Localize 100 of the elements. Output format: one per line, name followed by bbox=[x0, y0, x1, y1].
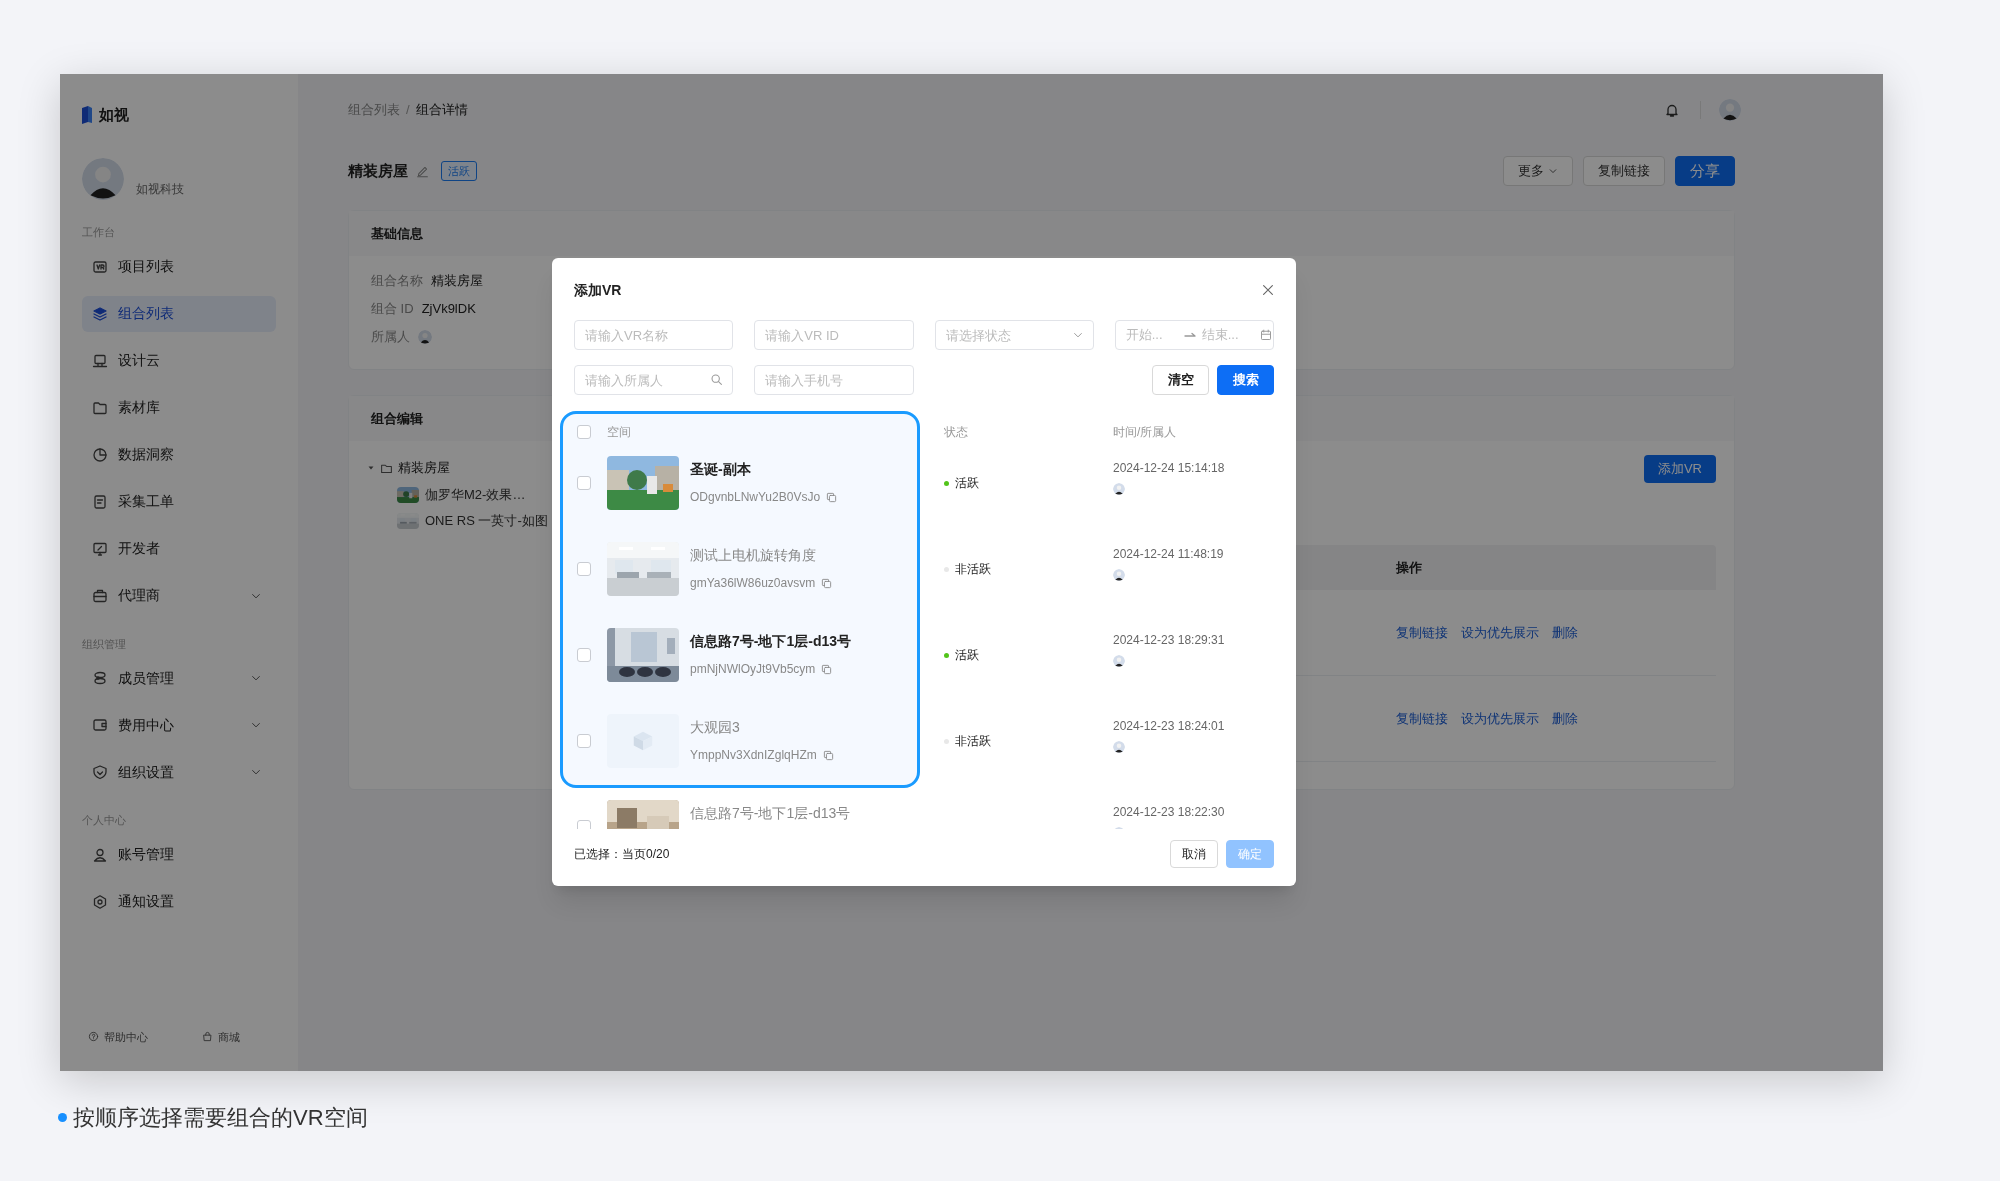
input-field[interactable]: 请输入VR ID bbox=[754, 320, 914, 350]
caret-icon bbox=[1548, 166, 1558, 176]
input-field[interactable]: 请输入VR名称 bbox=[574, 320, 734, 350]
table-link[interactable]: 复制链接 bbox=[1396, 622, 1448, 643]
copy-button[interactable] bbox=[822, 749, 834, 761]
sidebar-item[interactable]: 费用中心 bbox=[82, 707, 276, 743]
tree-node[interactable]: 精装房屋 bbox=[367, 457, 589, 479]
date-input[interactable]: 结束... bbox=[1201, 325, 1254, 345]
sidebar-item[interactable]: 采集工单 bbox=[82, 483, 276, 520]
briefcase-icon bbox=[92, 587, 108, 604]
help-icon bbox=[88, 1031, 99, 1043]
sidebar-item[interactable]: 素材库 bbox=[82, 389, 276, 426]
sidebar-item[interactable]: 组织设置 bbox=[82, 754, 276, 790]
timestamp: 2024-12-24 11:48:19 bbox=[1113, 546, 1225, 563]
field-label: 所属人 bbox=[371, 328, 410, 347]
checkbox[interactable] bbox=[577, 648, 591, 662]
sidebar-item[interactable]: 项目列表 bbox=[82, 248, 276, 285]
sidebar-item[interactable]: 通知设置 bbox=[82, 883, 276, 920]
avatar-icon bbox=[1113, 741, 1125, 753]
vr-id: YmppNv3XdnIZglqHZm bbox=[690, 747, 817, 764]
table-link[interactable]: 删除 bbox=[1552, 708, 1578, 729]
copy-button[interactable] bbox=[826, 491, 838, 503]
logo-icon bbox=[80, 105, 94, 125]
sidebar-item[interactable]: 设计云 bbox=[82, 342, 276, 379]
layers-icon bbox=[92, 305, 108, 322]
add-vr-button[interactable]: 添加VR bbox=[1643, 455, 1716, 483]
copy-button[interactable] bbox=[821, 663, 833, 675]
dialog-title: 添加VR bbox=[574, 280, 622, 300]
table-link[interactable]: 设为优先展示 bbox=[1461, 622, 1539, 643]
date-input[interactable]: 开始... bbox=[1125, 325, 1178, 345]
field-value: ZjVk9lDK bbox=[421, 300, 476, 319]
column-header: 操作 bbox=[1396, 558, 1422, 577]
checkbox[interactable] bbox=[577, 476, 591, 490]
calendar-icon bbox=[1259, 329, 1272, 341]
avatar-icon bbox=[1113, 569, 1125, 581]
breadcrumb-link[interactable]: 组合详情 bbox=[415, 100, 468, 120]
sidebar-item[interactable]: 组合列表 bbox=[82, 295, 276, 332]
sidebar-item[interactable]: 成员管理 bbox=[82, 660, 276, 696]
copy-icon bbox=[826, 491, 838, 503]
timestamp: 2024-12-23 18:29:31 bbox=[1113, 632, 1226, 649]
tree-node[interactable]: 伽罗华M2-效果… bbox=[367, 485, 589, 505]
page-button[interactable]: 更多 bbox=[1503, 156, 1573, 186]
breadcrumb-separator: / bbox=[406, 101, 410, 120]
avatar-icon bbox=[418, 330, 432, 344]
vr-id: pmNjNWlOyJt9Vb5cym bbox=[690, 661, 816, 678]
avatar-icon bbox=[82, 158, 124, 200]
vr-box-icon bbox=[92, 258, 108, 275]
footer-link[interactable]: 商城 bbox=[202, 1028, 240, 1045]
field-value: 精装房屋 bbox=[431, 272, 483, 291]
checkbox[interactable] bbox=[577, 562, 591, 576]
page-title: 精装房屋 bbox=[348, 160, 408, 181]
field-label: 组合 ID bbox=[371, 300, 414, 319]
close-icon bbox=[1261, 283, 1275, 297]
column-header: 空间 bbox=[607, 424, 631, 441]
input-field[interactable]: 请输入手机号 bbox=[754, 365, 914, 395]
status-tag: 活跃 bbox=[441, 160, 477, 182]
settings-icon bbox=[92, 893, 108, 910]
monitor-icon bbox=[92, 540, 108, 557]
vr-id: gmYa36lW86uz0avsvm bbox=[690, 575, 816, 592]
dialog-button[interactable]: 清空 bbox=[1152, 365, 1209, 395]
checkbox[interactable] bbox=[577, 425, 591, 439]
column-header: 时间/所属人 bbox=[1113, 424, 1177, 441]
vr-id: ODgvnbLNwYu2B0VsJo bbox=[690, 489, 821, 506]
table-link[interactable]: 设为优先展示 bbox=[1461, 708, 1539, 729]
column-header: 状态 bbox=[944, 424, 968, 441]
tree-node[interactable]: ONE RS 一英寸-如图 bbox=[367, 511, 589, 531]
avatar-icon bbox=[1113, 655, 1125, 667]
copy-button[interactable] bbox=[821, 577, 833, 589]
status-text: 活跃 bbox=[955, 647, 979, 664]
status-text: 非活跃 bbox=[955, 733, 991, 750]
card-title: 基础信息 bbox=[349, 211, 1734, 256]
dialog-button[interactable]: 取消 bbox=[1170, 840, 1218, 868]
field-label: 组合名称 bbox=[371, 272, 423, 291]
date-range-field[interactable]: 开始... 结束... bbox=[1114, 320, 1274, 350]
sidebar-item[interactable]: 账号管理 bbox=[82, 836, 276, 873]
sidebar-item[interactable]: 代理商 bbox=[82, 577, 276, 614]
table-link[interactable]: 复制链接 bbox=[1396, 708, 1448, 729]
status-text: 非活跃 bbox=[955, 561, 991, 578]
vr-name: 圣诞-副本 bbox=[690, 460, 752, 479]
dialog-button[interactable]: 搜索 bbox=[1217, 365, 1274, 395]
page-button[interactable]: 分享 bbox=[1675, 156, 1735, 186]
timestamp: 2024-12-23 18:24:01 bbox=[1113, 718, 1226, 735]
document-icon bbox=[92, 493, 108, 510]
wallet-icon bbox=[92, 717, 108, 733]
sidebar-item[interactable]: 数据洞察 bbox=[82, 436, 276, 473]
shield-icon bbox=[92, 764, 108, 780]
checkbox[interactable] bbox=[577, 734, 591, 748]
search-field[interactable]: 请输入所属人 bbox=[574, 365, 734, 395]
vr-name: 信息路7号-地下1层-d13号 bbox=[690, 632, 852, 651]
copy-icon bbox=[821, 577, 833, 589]
edit-icon bbox=[416, 164, 429, 178]
select-field[interactable]: 请选择状态 bbox=[934, 320, 1094, 350]
selection-count: 已选择：当页0/20 bbox=[574, 846, 670, 863]
logo-text: 如视 bbox=[99, 104, 129, 125]
sidebar-item[interactable]: 开发者 bbox=[82, 530, 276, 567]
user-avatar[interactable] bbox=[1719, 99, 1741, 121]
footer-link[interactable]: 帮助中心 bbox=[88, 1028, 148, 1045]
close-button[interactable] bbox=[1260, 282, 1276, 298]
table-link[interactable]: 删除 bbox=[1552, 622, 1578, 643]
page-button[interactable]: 复制链接 bbox=[1583, 156, 1665, 186]
